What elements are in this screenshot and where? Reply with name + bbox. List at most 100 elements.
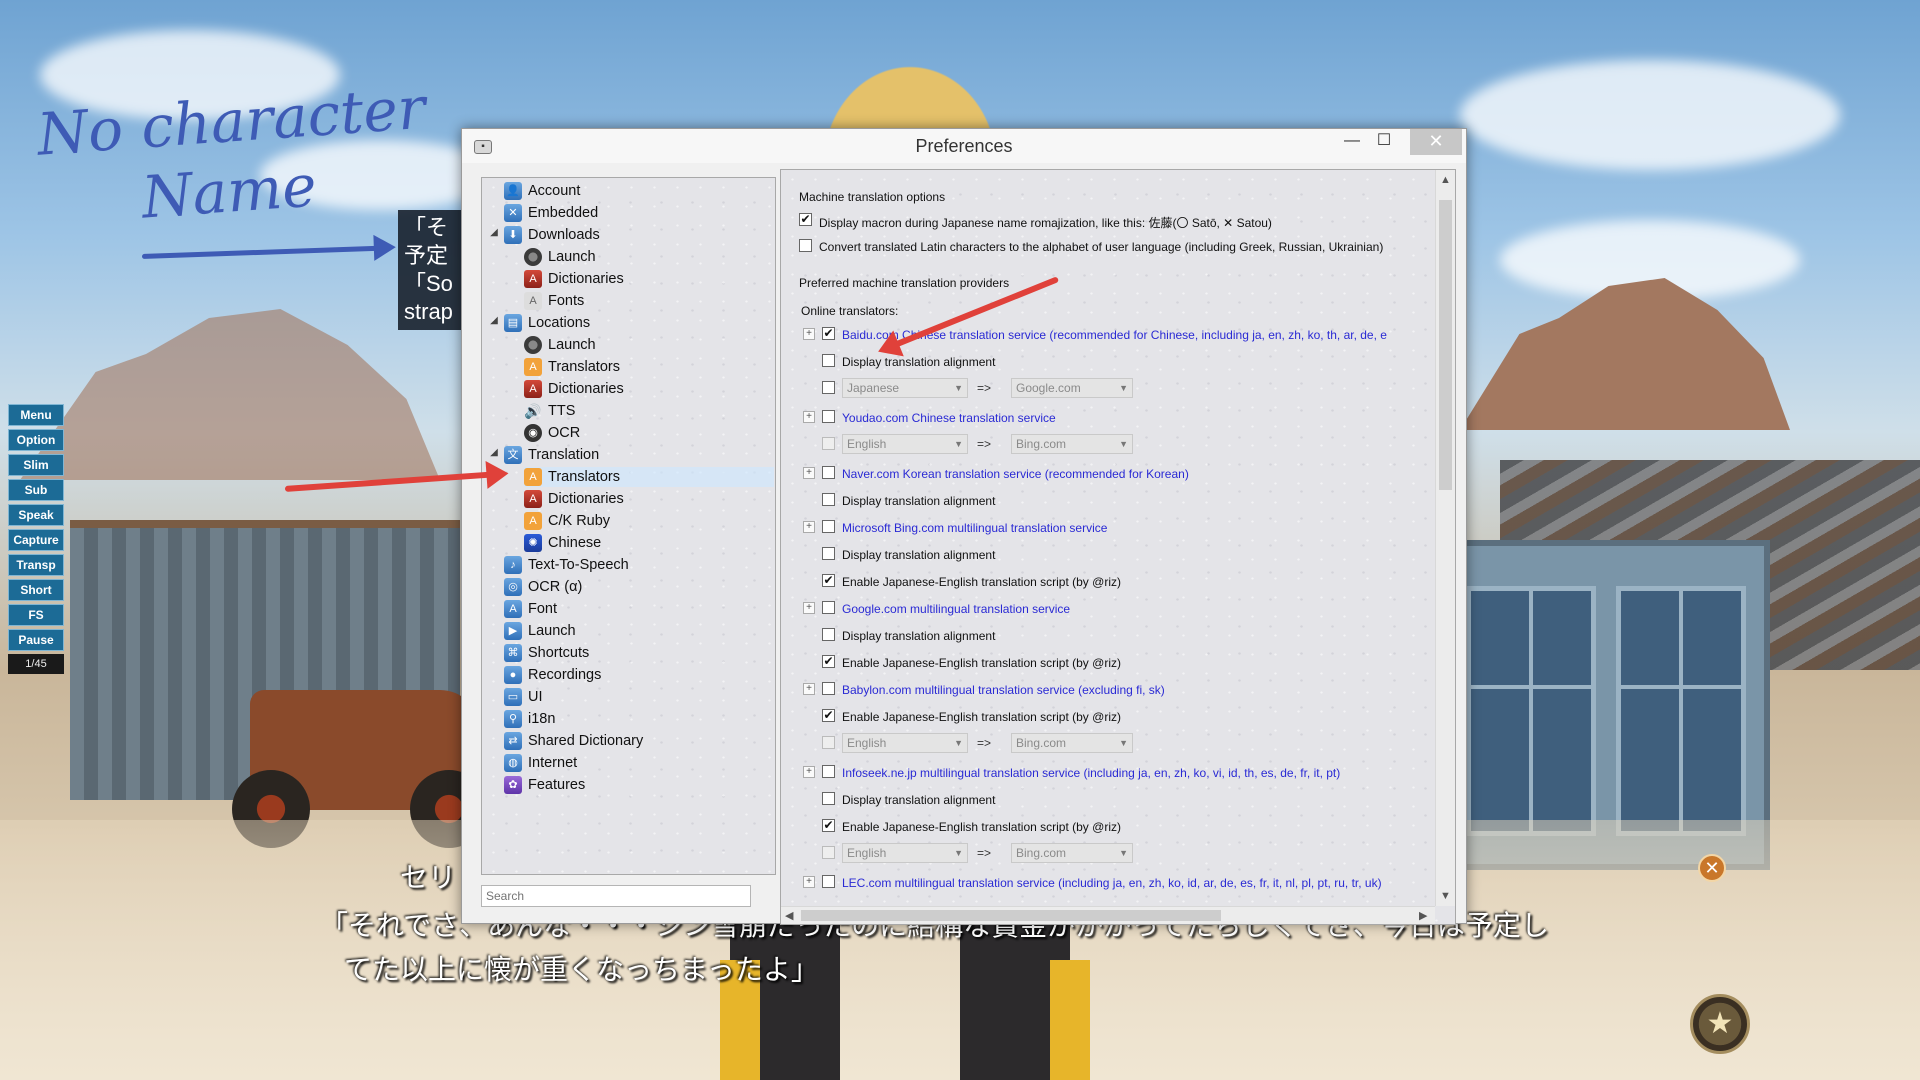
- tree-item-shared-dictionary[interactable]: ⇄ Shared Dictionary: [504, 731, 774, 751]
- tree-item-locations-launch[interactable]: Launch: [524, 335, 774, 355]
- tree-item-features[interactable]: ✿ Features: [504, 775, 774, 795]
- scroll-right-icon[interactable]: ▶: [1419, 909, 1427, 922]
- tree-item-downloads-launch[interactable]: Launch: [524, 247, 774, 267]
- star-icon[interactable]: ★: [1690, 994, 1750, 1054]
- scroll-left-icon[interactable]: ◀: [785, 909, 793, 922]
- google-script-checkbox[interactable]: ✔: [822, 655, 835, 668]
- tree-item-translation-dictionaries[interactable]: A Dictionaries: [524, 489, 774, 509]
- vertical-scrollbar[interactable]: ▲ ▼: [1435, 170, 1455, 906]
- baidu-lang-checkbox[interactable]: [822, 381, 835, 394]
- maximize-icon[interactable]: ☐: [1368, 129, 1400, 155]
- tree-item-locations-dictionaries[interactable]: A Dictionaries: [524, 379, 774, 399]
- tree-item-recordings[interactable]: ● Recordings: [504, 665, 774, 685]
- infoseek-alignment-checkbox[interactable]: [822, 792, 835, 805]
- sub-button[interactable]: Sub: [8, 479, 64, 501]
- naver-checkbox[interactable]: [822, 466, 835, 479]
- expand-icon[interactable]: +: [803, 876, 815, 888]
- macron-checkbox[interactable]: ✔: [799, 213, 812, 226]
- youdao-label[interactable]: Youdao.com Chinese translation service: [842, 411, 1056, 425]
- google-checkbox[interactable]: [822, 601, 835, 614]
- bing-checkbox[interactable]: [822, 520, 835, 533]
- collapse-icon[interactable]: ◢: [488, 447, 500, 458]
- baidu-checkbox[interactable]: ✔: [822, 327, 835, 340]
- target-engine-select[interactable]: Google.com ▼: [1011, 378, 1133, 398]
- app-icon[interactable]: ▪: [474, 140, 492, 154]
- lec-label[interactable]: LEC.com multilingual translation service…: [842, 876, 1434, 890]
- google-label[interactable]: Google.com multilingual translation serv…: [842, 602, 1070, 616]
- tree-item-chinese[interactable]: ✺ Chinese: [524, 533, 774, 553]
- scroll-down-icon[interactable]: ▼: [1440, 890, 1451, 902]
- babylon-checkbox[interactable]: [822, 682, 835, 695]
- speak-button[interactable]: Speak: [8, 504, 64, 526]
- expand-icon[interactable]: +: [803, 328, 815, 340]
- close-icon[interactable]: ✕: [1698, 854, 1726, 882]
- tree-item-ocr-alpha[interactable]: ◎ OCR (α): [504, 577, 774, 597]
- search-input[interactable]: [481, 885, 751, 907]
- source-language-select[interactable]: English ▼: [842, 733, 968, 753]
- expand-icon[interactable]: +: [803, 411, 815, 423]
- bing-alignment-checkbox[interactable]: [822, 547, 835, 560]
- google-alignment-checkbox[interactable]: [822, 628, 835, 641]
- babylon-lang-checkbox[interactable]: [822, 736, 835, 749]
- short-button[interactable]: Short: [8, 579, 64, 601]
- tree-item-shortcuts[interactable]: ⌘ Shortcuts: [504, 643, 774, 663]
- transp-button[interactable]: Transp: [8, 554, 64, 576]
- scroll-thumb[interactable]: [801, 910, 1221, 921]
- convert-latin-checkbox[interactable]: [799, 239, 812, 252]
- babylon-script-checkbox[interactable]: ✔: [822, 709, 835, 722]
- source-language-select[interactable]: English ▼: [842, 843, 968, 863]
- babylon-label[interactable]: Babylon.com multilingual translation ser…: [842, 683, 1165, 697]
- collapse-icon[interactable]: ◢: [488, 315, 500, 326]
- target-engine-select[interactable]: Bing.com ▼: [1011, 733, 1133, 753]
- infoseek-checkbox[interactable]: [822, 765, 835, 778]
- fs-button[interactable]: FS: [8, 604, 64, 626]
- title-bar[interactable]: Preferences ▪ — ☐ ✕: [462, 129, 1466, 163]
- expand-icon[interactable]: +: [803, 467, 815, 479]
- tree-item-internet[interactable]: ◍ Internet: [504, 753, 774, 773]
- tree-item-ui[interactable]: ▭ UI: [504, 687, 774, 707]
- tree-item-downloads-dictionaries[interactable]: A Dictionaries: [524, 269, 774, 289]
- horizontal-scrollbar[interactable]: ◀ ▶: [781, 906, 1435, 924]
- option-button[interactable]: Option: [8, 429, 64, 451]
- tree-item-font[interactable]: A Font: [504, 599, 774, 619]
- expand-icon[interactable]: +: [803, 766, 815, 778]
- tree-item-i18n[interactable]: ⚲ i18n: [504, 709, 774, 729]
- tree-item-locations-translators[interactable]: A Translators: [524, 357, 774, 377]
- infoseek-label[interactable]: Infoseek.ne.jp multilingual translation …: [842, 766, 1340, 780]
- expand-icon[interactable]: +: [803, 521, 815, 533]
- infoseek-script-checkbox[interactable]: ✔: [822, 819, 835, 832]
- bing-label[interactable]: Microsoft Bing.com multilingual translat…: [842, 521, 1107, 535]
- menu-button[interactable]: Menu: [8, 404, 64, 426]
- minimize-icon[interactable]: —: [1336, 129, 1368, 155]
- tree-item-locations[interactable]: ▤ Locations: [504, 313, 774, 333]
- tree-item-translation-translators[interactable]: A Translators: [524, 467, 774, 487]
- infoseek-lang-checkbox[interactable]: [822, 846, 835, 859]
- scroll-up-icon[interactable]: ▲: [1440, 174, 1451, 186]
- youdao-checkbox[interactable]: [822, 410, 835, 423]
- target-engine-select[interactable]: Bing.com ▼: [1011, 434, 1133, 454]
- source-language-select[interactable]: English ▼: [842, 434, 968, 454]
- source-language-select[interactable]: Japanese ▼: [842, 378, 968, 398]
- tree-item-translation[interactable]: 文 Translation: [504, 445, 774, 465]
- baidu-alignment-checkbox[interactable]: [822, 354, 835, 367]
- capture-button[interactable]: Capture: [8, 529, 64, 551]
- pause-button[interactable]: Pause: [8, 629, 64, 651]
- tree-item-embedded[interactable]: ✕ Embedded: [504, 203, 774, 223]
- collapse-icon[interactable]: ◢: [488, 227, 500, 238]
- expand-icon[interactable]: +: [803, 602, 815, 614]
- lec-checkbox[interactable]: [822, 875, 835, 888]
- scroll-thumb[interactable]: [1439, 200, 1452, 490]
- tree-item-text-to-speech[interactable]: ♪ Text-To-Speech: [504, 555, 774, 575]
- tree-item-downloads[interactable]: ⬇ Downloads: [504, 225, 774, 245]
- settings-tree[interactable]: 👤 Account ✕ Embedded ◢ ⬇ Downloads Launch A…: [481, 177, 776, 875]
- tree-item-tts[interactable]: 🔊 TTS: [524, 401, 774, 421]
- naver-label[interactable]: Naver.com Korean translation service (re…: [842, 467, 1189, 481]
- expand-icon[interactable]: +: [803, 683, 815, 695]
- tree-item-launch[interactable]: ▶ Launch: [504, 621, 774, 641]
- tree-item-ocr[interactable]: ◉ OCR: [524, 423, 774, 443]
- youdao-lang-checkbox[interactable]: [822, 437, 835, 450]
- slim-button[interactable]: Slim: [8, 454, 64, 476]
- bing-script-checkbox[interactable]: ✔: [822, 574, 835, 587]
- tree-item-ck-ruby[interactable]: A C/K Ruby: [524, 511, 774, 531]
- target-engine-select[interactable]: Bing.com ▼: [1011, 843, 1133, 863]
